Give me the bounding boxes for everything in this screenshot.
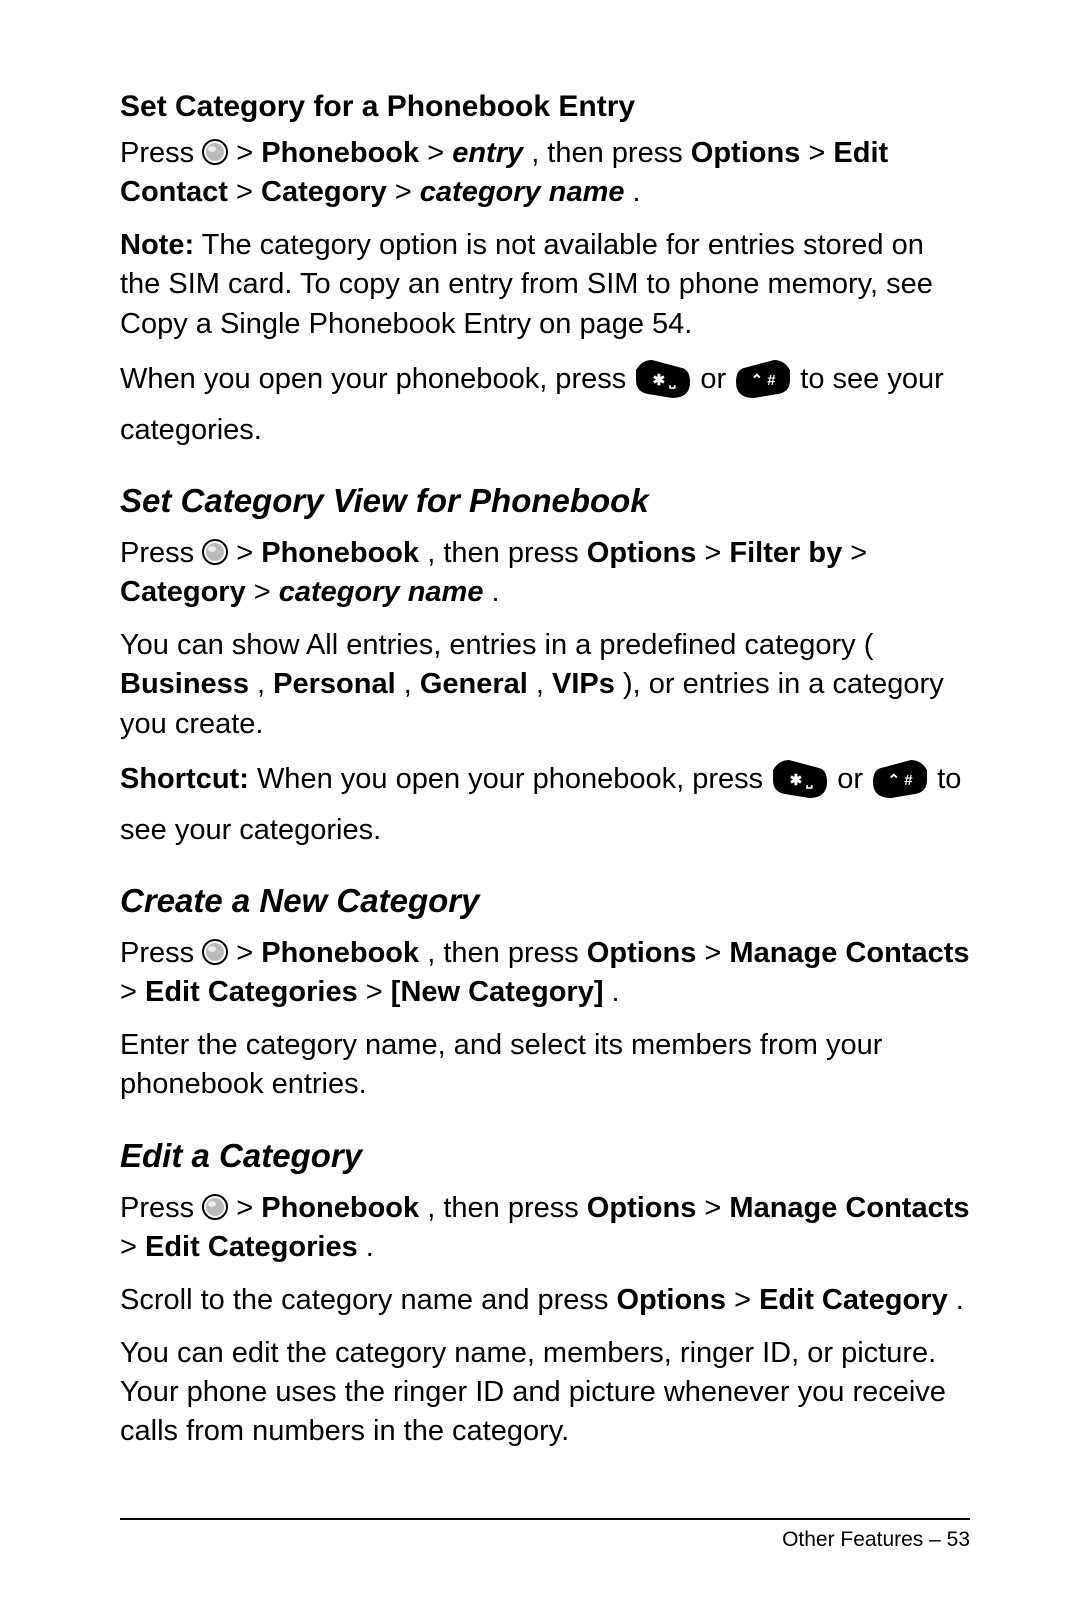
placeholder: entry (452, 137, 523, 169)
text: , (404, 668, 420, 700)
text: Scroll to the category name and press (120, 1284, 616, 1316)
text: Press (120, 937, 202, 969)
text: , then press (427, 1192, 587, 1224)
svg-text:✱ ⎵: ✱ ⎵ (653, 372, 677, 390)
section-title: Set Category for a Phonebook Entry (120, 90, 970, 124)
text: Press (120, 1192, 202, 1224)
text: . (612, 976, 620, 1008)
text: > (120, 976, 145, 1008)
menu-key-icon (202, 1192, 228, 1218)
star-key-icon: ✱ ⎵ (771, 758, 829, 811)
text: When you open your phonebook, press (257, 763, 771, 795)
note-text: The category option is not available for… (120, 229, 933, 339)
text: > (120, 1231, 145, 1263)
section-heading: Edit a Category (120, 1137, 970, 1175)
text: > (395, 176, 420, 208)
text: > (236, 537, 261, 569)
paragraph: Scroll to the category name and press Op… (120, 1281, 970, 1320)
text: , (536, 668, 552, 700)
text: , then press (427, 937, 587, 969)
footer-text: Other Features – 53 (782, 1528, 970, 1551)
category-name: General (420, 668, 528, 700)
instruction-paragraph: Press > Phonebook , then press Options >… (120, 1189, 970, 1267)
menu-path: [New Category] (391, 976, 604, 1008)
placeholder: category name (420, 176, 625, 208)
menu-path: Manage Contacts (729, 1192, 969, 1224)
text: > (704, 937, 729, 969)
text: Press (120, 137, 202, 169)
menu-path: Edit Category (759, 1284, 948, 1316)
menu-path: Options (587, 1192, 697, 1224)
menu-path: Phonebook (261, 537, 419, 569)
menu-path: Manage Contacts (729, 937, 969, 969)
instruction-paragraph: Press > Phonebook > entry , then press O… (120, 134, 970, 212)
menu-path: Phonebook (261, 137, 419, 169)
paragraph: You can show All entries, entries in a p… (120, 626, 970, 743)
hash-key-icon: ⌃ # (871, 758, 929, 811)
svg-text:⌃ #: ⌃ # (888, 772, 914, 789)
text: > (366, 976, 391, 1008)
text: > (236, 176, 261, 208)
note-label: Note: (120, 229, 194, 261)
category-name: Personal (273, 668, 396, 700)
menu-path: Category (120, 576, 246, 608)
text: > (236, 137, 261, 169)
text: . (366, 1231, 374, 1263)
svg-text:⌃ #: ⌃ # (751, 372, 777, 389)
text: You can show All entries, entries in a p… (120, 629, 873, 661)
menu-path: Edit Categories (145, 976, 358, 1008)
text: . (956, 1284, 964, 1316)
hash-key-icon: ⌃ # (734, 358, 792, 411)
document-page: Set Category for a Phonebook Entry Press… (0, 0, 1080, 1622)
paragraph: Enter the category name, and select its … (120, 1026, 970, 1104)
text: . (633, 176, 641, 208)
text: > (254, 576, 279, 608)
text: > (236, 1192, 261, 1224)
page-footer: Other Features – 53 (120, 1518, 970, 1552)
menu-path: Options (587, 537, 697, 569)
menu-key-icon (202, 537, 228, 563)
instruction-paragraph: Press > Phonebook , then press Options >… (120, 534, 970, 612)
menu-path: Category (261, 176, 387, 208)
note-paragraph: Note: The category option is not availab… (120, 226, 970, 343)
section-heading: Set Category View for Phonebook (120, 482, 970, 520)
menu-key-icon (202, 937, 228, 963)
text: or (837, 763, 871, 795)
menu-path: Filter by (729, 537, 842, 569)
category-name: VIPs (552, 668, 615, 700)
menu-path: Phonebook (261, 1192, 419, 1224)
text: > (704, 537, 729, 569)
text: , then press (427, 537, 587, 569)
text: . (492, 576, 500, 608)
menu-path: Edit Categories (145, 1231, 358, 1263)
text: > (704, 1192, 729, 1224)
menu-path: Options (587, 937, 697, 969)
shortcut-paragraph: Shortcut: When you open your phonebook, … (120, 758, 970, 850)
star-key-icon: ✱ ⎵ (634, 358, 692, 411)
menu-key-icon (202, 137, 228, 163)
text: When you open your phonebook, press (120, 363, 634, 395)
text: , (257, 668, 273, 700)
svg-text:✱ ⎵: ✱ ⎵ (790, 772, 814, 790)
text: or (700, 363, 734, 395)
section-heading: Create a New Category (120, 882, 970, 920)
paragraph: When you open your phonebook, press ✱ ⎵ … (120, 358, 970, 450)
paragraph: You can edit the category name, members,… (120, 1334, 970, 1451)
placeholder: category name (279, 576, 484, 608)
menu-path: Options (691, 137, 801, 169)
text: > (850, 537, 867, 569)
menu-path: Options (616, 1284, 726, 1316)
instruction-paragraph: Press > Phonebook , then press Options >… (120, 934, 970, 1012)
text: > (427, 137, 452, 169)
text: > (734, 1284, 759, 1316)
text: Press (120, 537, 202, 569)
shortcut-label: Shortcut: (120, 763, 249, 795)
text: > (808, 137, 833, 169)
menu-path: Phonebook (261, 937, 419, 969)
text: > (236, 937, 261, 969)
category-name: Business (120, 668, 249, 700)
text: , then press (531, 137, 691, 169)
